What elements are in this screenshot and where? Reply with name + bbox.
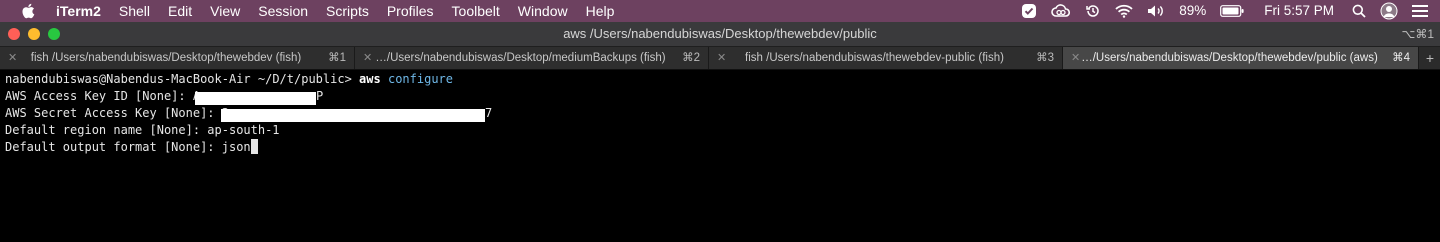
wifi-icon[interactable] [1115,4,1133,18]
window-title-bar[interactable]: aws /Users/nabendubiswas/Desktop/thewebd… [0,22,1440,46]
tab-2[interactable]: ✕ …/Users/nabendubiswas/Desktop/mediumBa… [355,47,709,69]
tab-label: …/Users/nabendubiswas/Desktop/mediumBack… [375,52,666,64]
volume-icon[interactable] [1147,4,1165,18]
terminal-cursor [250,139,258,154]
menu-bar: iTerm2 Shell Edit View Session Scripts P… [0,0,1440,22]
time-machine-icon[interactable] [1085,3,1101,19]
redaction-block [221,109,485,122]
user-avatar-icon[interactable] [1380,2,1398,20]
tab-close-icon[interactable]: ✕ [1071,47,1080,69]
tab-label: fish /Users/nabendubiswas/Desktop/theweb… [30,52,302,64]
secret-key-tail: 7 [485,106,493,120]
tab-bar: ✕ fish /Users/nabendubiswas/Desktop/thew… [0,46,1440,70]
checkmark-status-icon[interactable] [1021,3,1037,19]
prompt-user: nabendubiswas@Nabendus-MacBook-Air [5,72,251,86]
notification-center-icon[interactable] [1412,4,1428,18]
prompt-symbol: > [344,72,352,86]
menu-window[interactable]: Window [518,0,568,22]
secret-key-prompt: AWS Secret Access Key [None]: 3 [5,106,229,120]
output-format-text: Default output format [None]: json [5,140,251,154]
command-name: aws [359,72,381,86]
prompt-path: ~/D/t/public [257,72,345,86]
terminal-line-secret-key: AWS Secret Access Key [None]: 3 [5,105,229,122]
tab-3[interactable]: ✕ fish /Users/nabendubiswas/thewebdev-pu… [709,47,1063,69]
battery-percentage: 89% [1179,3,1207,18]
creative-cloud-icon[interactable] [1051,4,1071,18]
redaction-block [195,92,316,105]
menu-toolbelt[interactable]: Toolbelt [452,0,500,22]
terminal-line-region: Default region name [None]: ap-south-1 [5,123,280,137]
menu-view[interactable]: View [210,0,240,22]
menu-edit[interactable]: Edit [168,0,192,22]
command-argument: configure [387,72,453,86]
tab-shortcut: ⌘2 [682,52,700,64]
access-key-tail: P [316,89,324,103]
window-shortcut: ⌥⌘1 [1401,27,1434,41]
access-key-prompt: AWS Access Key ID [None]: A [5,89,201,103]
tab-shortcut: ⌘3 [1036,52,1054,64]
apple-menu-icon[interactable] [0,3,56,19]
menu-clock[interactable]: Fri 5:57 PM [1264,0,1334,22]
tab-close-icon[interactable]: ✕ [717,47,726,69]
tab-label: …/Users/nabendubiswas/Desktop/thewebdev/… [1081,52,1378,64]
menu-app-name[interactable]: iTerm2 [56,0,101,22]
menu-help[interactable]: Help [586,0,615,22]
menu-profiles[interactable]: Profiles [387,0,434,22]
menu-scripts[interactable]: Scripts [326,0,369,22]
menu-shell[interactable]: Shell [119,0,150,22]
window-title: aws /Users/nabendubiswas/Desktop/thewebd… [563,26,877,41]
tab-label: fish /Users/nabendubiswas/thewebdev-publ… [745,52,1004,64]
terminal-line-access-key: AWS Access Key ID [None]: A [5,88,200,105]
tab-4-active[interactable]: ✕ …/Users/nabendubiswas/Desktop/thewebde… [1063,47,1419,69]
terminal-line-prompt: nabendubiswas@Nabendus-MacBook-Air ~/D/t… [5,71,453,88]
tab-shortcut: ⌘1 [328,52,346,64]
tab-close-icon[interactable]: ✕ [8,47,17,69]
new-tab-button[interactable]: + [1420,47,1440,69]
menu-session[interactable]: Session [258,0,308,22]
tab-1[interactable]: ✕ fish /Users/nabendubiswas/Desktop/thew… [0,47,355,69]
terminal-line-output-format: Default output format [None]: json [5,139,258,156]
tab-close-icon[interactable]: ✕ [363,47,372,69]
battery-icon[interactable] [1220,5,1244,17]
terminal-output[interactable]: nabendubiswas@Nabendus-MacBook-Air ~/D/t… [0,70,1440,242]
tab-shortcut: ⌘4 [1392,52,1410,64]
spotlight-search-icon[interactable] [1352,4,1366,18]
